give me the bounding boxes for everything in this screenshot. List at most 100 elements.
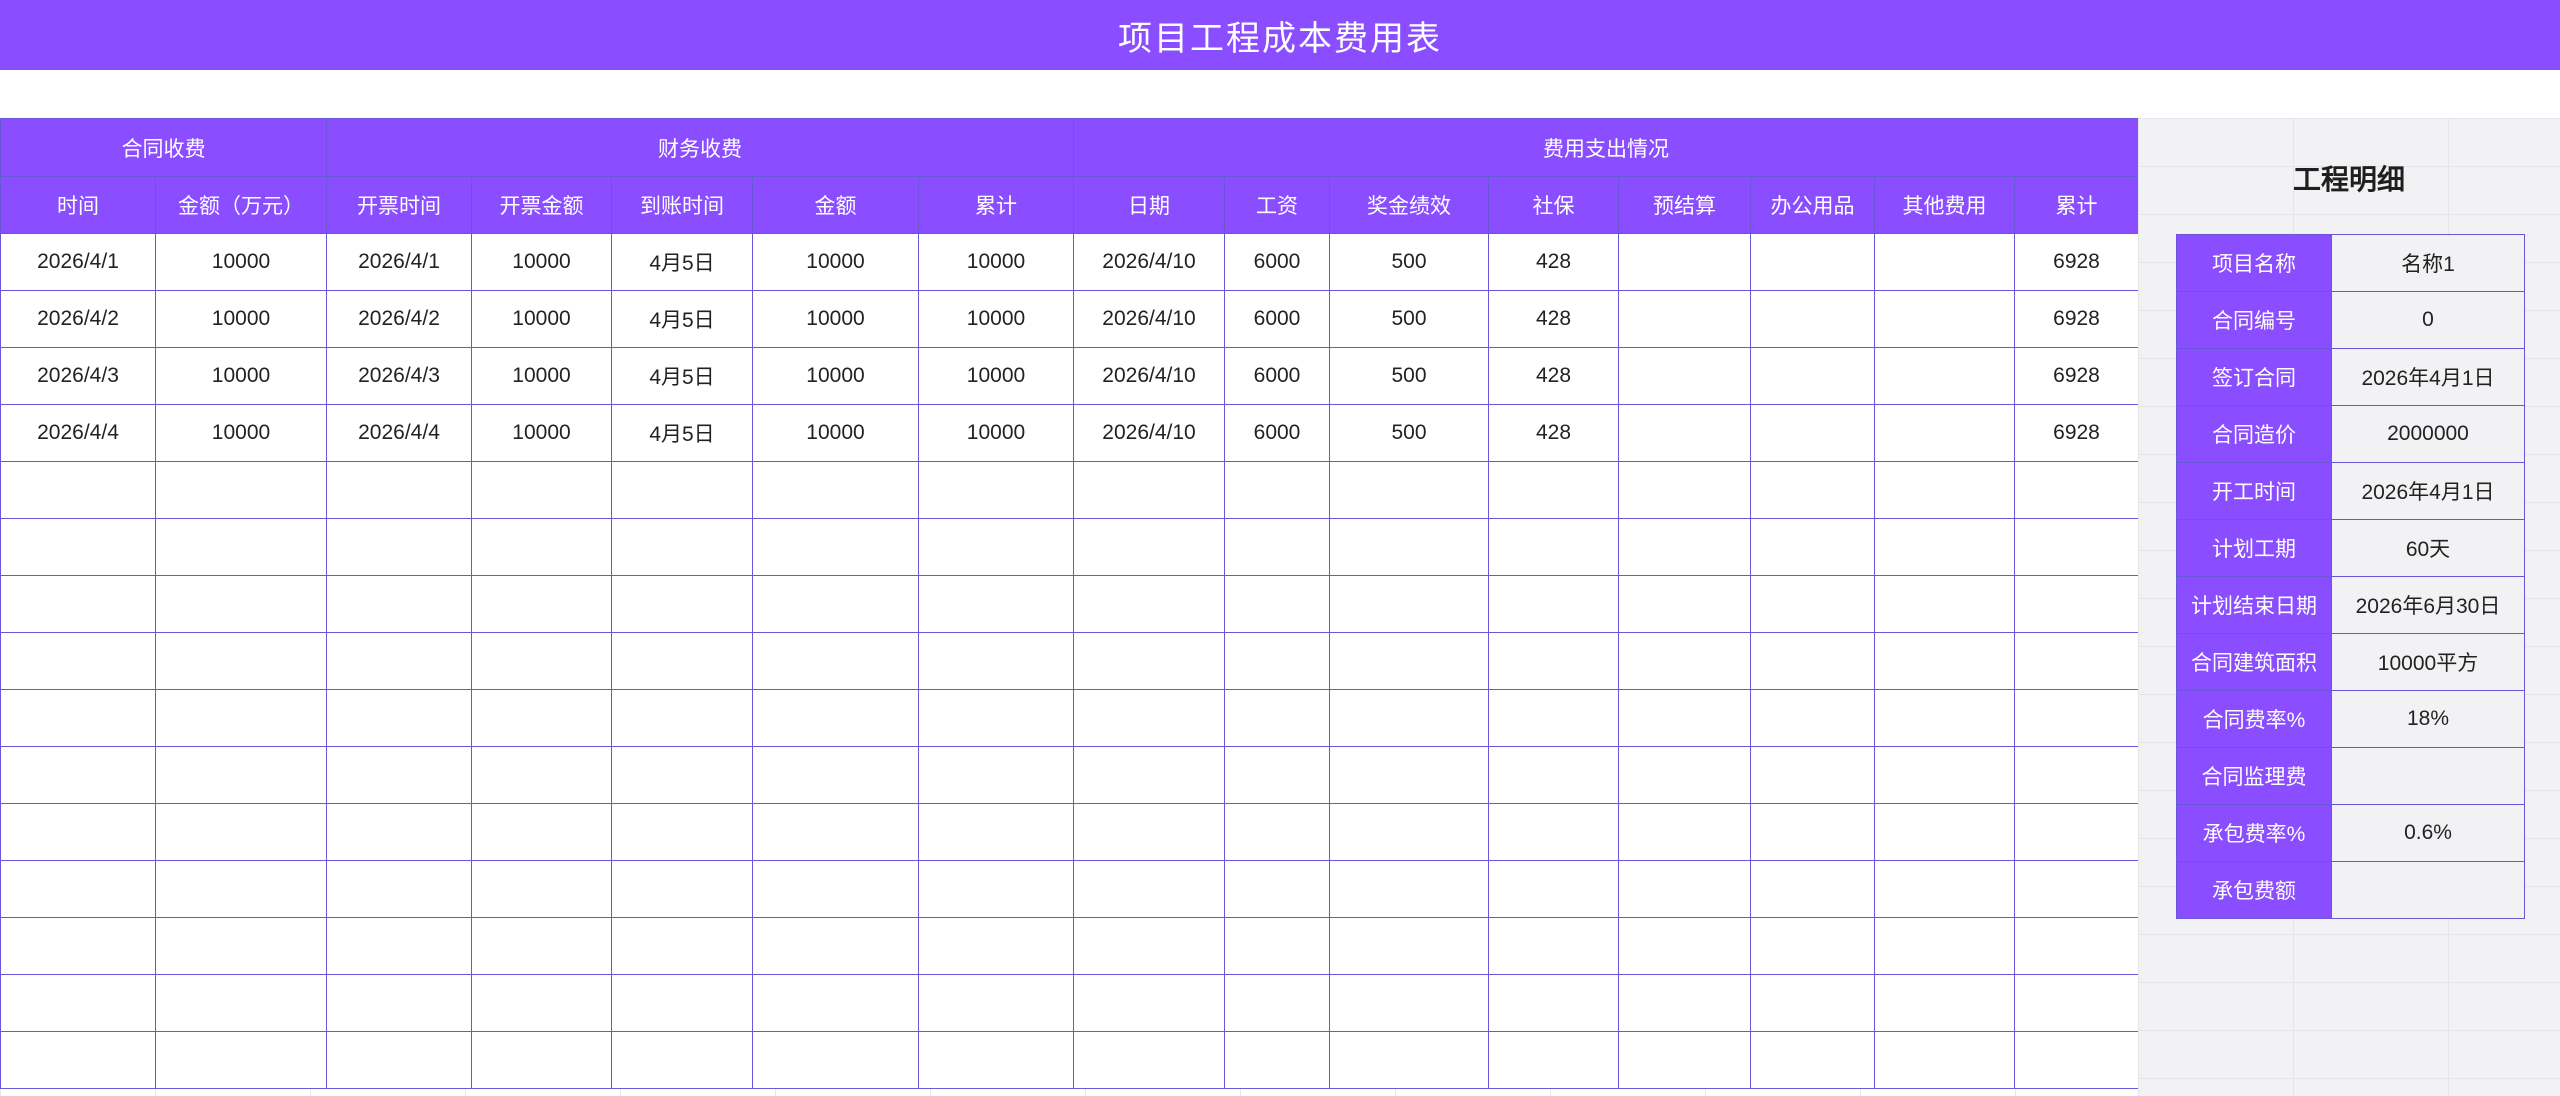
detail-value[interactable]: 10000平方 bbox=[2331, 633, 2525, 691]
empty-cell[interactable] bbox=[752, 632, 919, 690]
empty-cell[interactable] bbox=[1073, 974, 1225, 1032]
empty-cell[interactable] bbox=[1750, 803, 1875, 861]
empty-cell[interactable] bbox=[471, 803, 612, 861]
table-cell[interactable]: 6928 bbox=[2014, 404, 2139, 462]
empty-cell[interactable] bbox=[752, 917, 919, 975]
table-cell[interactable] bbox=[1618, 347, 1751, 405]
table-cell[interactable]: 10000 bbox=[155, 233, 327, 291]
empty-cell[interactable] bbox=[1750, 974, 1875, 1032]
empty-cell[interactable] bbox=[155, 689, 327, 747]
empty-cell[interactable] bbox=[1073, 803, 1225, 861]
detail-label[interactable]: 承包费额 bbox=[2176, 861, 2332, 919]
empty-cell[interactable] bbox=[1329, 689, 1489, 747]
empty-cell[interactable] bbox=[1073, 575, 1225, 633]
table-cell[interactable]: 2026/4/1 bbox=[0, 233, 156, 291]
empty-cell[interactable] bbox=[611, 860, 753, 918]
detail-value[interactable] bbox=[2331, 861, 2525, 919]
table-cell[interactable]: 10000 bbox=[918, 404, 1074, 462]
empty-cell[interactable] bbox=[326, 632, 472, 690]
table-cell[interactable]: 4月5日 bbox=[611, 233, 753, 291]
empty-cell[interactable] bbox=[0, 518, 156, 576]
empty-cell[interactable] bbox=[0, 746, 156, 804]
empty-cell[interactable] bbox=[1618, 575, 1751, 633]
column-header[interactable]: 日期 bbox=[1073, 176, 1225, 234]
empty-cell[interactable] bbox=[155, 974, 327, 1032]
empty-cell[interactable] bbox=[471, 461, 612, 519]
detail-value[interactable]: 0 bbox=[2331, 291, 2525, 349]
empty-cell[interactable] bbox=[918, 746, 1074, 804]
column-header[interactable]: 工资 bbox=[1224, 176, 1330, 234]
empty-cell[interactable] bbox=[611, 917, 753, 975]
empty-cell[interactable] bbox=[1224, 1031, 1330, 1089]
table-cell[interactable]: 10000 bbox=[155, 290, 327, 348]
empty-cell[interactable] bbox=[0, 632, 156, 690]
detail-label[interactable]: 合同监理费 bbox=[2176, 747, 2332, 805]
empty-cell[interactable] bbox=[471, 518, 612, 576]
empty-cell[interactable] bbox=[611, 974, 753, 1032]
column-header[interactable]: 金额 bbox=[752, 176, 919, 234]
table-cell[interactable]: 6928 bbox=[2014, 290, 2139, 348]
empty-cell[interactable] bbox=[2014, 518, 2139, 576]
empty-cell[interactable] bbox=[1750, 1031, 1875, 1089]
empty-cell[interactable] bbox=[1618, 1031, 1751, 1089]
detail-label[interactable]: 签订合同 bbox=[2176, 348, 2332, 406]
table-cell[interactable]: 10000 bbox=[752, 347, 919, 405]
table-cell[interactable]: 10000 bbox=[918, 347, 1074, 405]
empty-cell[interactable] bbox=[1874, 575, 2015, 633]
empty-cell[interactable] bbox=[1750, 860, 1875, 918]
empty-cell[interactable] bbox=[1750, 575, 1875, 633]
empty-cell[interactable] bbox=[1073, 1031, 1225, 1089]
empty-cell[interactable] bbox=[326, 974, 472, 1032]
empty-cell[interactable] bbox=[1750, 461, 1875, 519]
group-header-expense[interactable]: 费用支出情况 bbox=[1073, 118, 2139, 177]
sheet-title[interactable]: 项目工程成本费用表 bbox=[0, 0, 2560, 70]
table-cell[interactable]: 10000 bbox=[752, 404, 919, 462]
table-cell[interactable]: 2026/4/2 bbox=[326, 290, 472, 348]
empty-cell[interactable] bbox=[611, 461, 753, 519]
empty-cell[interactable] bbox=[1874, 803, 2015, 861]
detail-label[interactable]: 合同造价 bbox=[2176, 405, 2332, 463]
table-cell[interactable]: 500 bbox=[1329, 404, 1489, 462]
empty-cell[interactable] bbox=[918, 575, 1074, 633]
empty-cell[interactable] bbox=[0, 803, 156, 861]
table-cell[interactable]: 428 bbox=[1488, 347, 1619, 405]
empty-cell[interactable] bbox=[326, 689, 472, 747]
empty-cell[interactable] bbox=[1874, 1031, 2015, 1089]
empty-cell[interactable] bbox=[1618, 860, 1751, 918]
table-cell[interactable]: 6928 bbox=[2014, 233, 2139, 291]
empty-cell[interactable] bbox=[1488, 860, 1619, 918]
empty-cell[interactable] bbox=[0, 461, 156, 519]
table-cell[interactable]: 2026/4/10 bbox=[1073, 347, 1225, 405]
empty-cell[interactable] bbox=[2014, 689, 2139, 747]
table-cell[interactable]: 10000 bbox=[471, 404, 612, 462]
empty-cell[interactable] bbox=[1329, 1031, 1489, 1089]
empty-cell[interactable] bbox=[471, 1031, 612, 1089]
table-cell[interactable]: 10000 bbox=[471, 233, 612, 291]
empty-cell[interactable] bbox=[155, 917, 327, 975]
empty-cell[interactable] bbox=[326, 1031, 472, 1089]
empty-cell[interactable] bbox=[752, 689, 919, 747]
table-cell[interactable]: 6000 bbox=[1224, 290, 1330, 348]
empty-cell[interactable] bbox=[1618, 974, 1751, 1032]
detail-value[interactable]: 2026年4月1日 bbox=[2331, 462, 2525, 520]
empty-cell[interactable] bbox=[471, 917, 612, 975]
empty-cell[interactable] bbox=[918, 1031, 1074, 1089]
empty-cell[interactable] bbox=[2014, 803, 2139, 861]
column-header[interactable]: 办公用品 bbox=[1750, 176, 1875, 234]
table-cell[interactable]: 10000 bbox=[155, 347, 327, 405]
empty-cell[interactable] bbox=[752, 1031, 919, 1089]
empty-cell[interactable] bbox=[1488, 689, 1619, 747]
empty-cell[interactable] bbox=[1488, 803, 1619, 861]
empty-cell[interactable] bbox=[155, 860, 327, 918]
column-header[interactable]: 预结算 bbox=[1618, 176, 1751, 234]
empty-cell[interactable] bbox=[918, 860, 1074, 918]
detail-label[interactable]: 计划结束日期 bbox=[2176, 576, 2332, 634]
table-cell[interactable] bbox=[1874, 404, 2015, 462]
empty-cell[interactable] bbox=[752, 974, 919, 1032]
empty-cell[interactable] bbox=[1750, 518, 1875, 576]
table-cell[interactable]: 428 bbox=[1488, 290, 1619, 348]
table-cell[interactable]: 2026/4/4 bbox=[326, 404, 472, 462]
table-cell[interactable]: 4月5日 bbox=[611, 290, 753, 348]
empty-cell[interactable] bbox=[1488, 917, 1619, 975]
empty-cell[interactable] bbox=[752, 803, 919, 861]
